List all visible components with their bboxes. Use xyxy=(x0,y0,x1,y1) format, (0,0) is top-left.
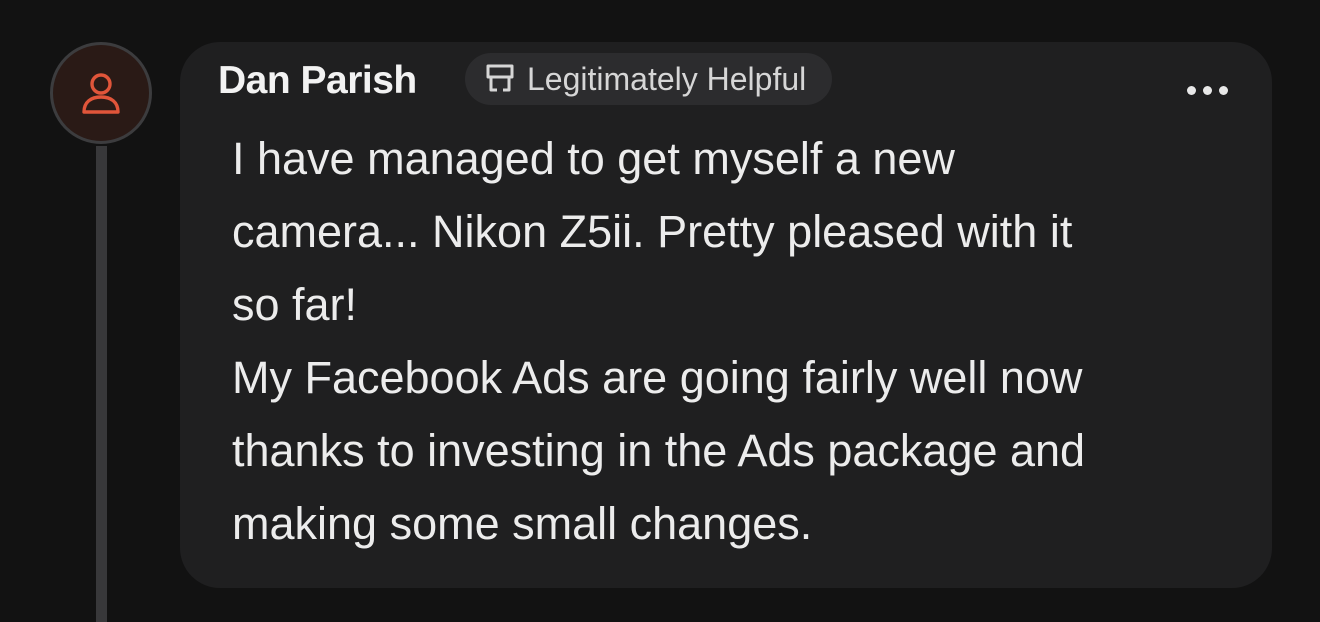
more-options-icon xyxy=(1186,85,1196,95)
user-icon xyxy=(82,73,120,114)
user-badge[interactable]: Legitimately Helpful xyxy=(465,53,833,105)
badge-icon xyxy=(486,64,514,92)
comment-line: thanks to investing in the Ads package a… xyxy=(232,425,1086,476)
comment-line: so far! xyxy=(232,279,358,330)
thread-connector-line xyxy=(96,146,107,622)
comment-line: camera... Nikon Z5ii. Pretty pleased wit… xyxy=(232,206,1073,257)
comment-line: I have managed to get myself a new xyxy=(232,133,955,184)
comment-thread: Dan Parish Legitimately Helpful I have m… xyxy=(0,0,1320,622)
comment-text: I have managed to get myself a new camer… xyxy=(232,122,1232,560)
avatar[interactable] xyxy=(50,42,152,144)
more-options-dot xyxy=(1218,85,1228,95)
more-options-button[interactable] xyxy=(1176,70,1238,110)
comment-line: My Facebook Ads are going fairly well no… xyxy=(232,352,1083,403)
badge-label: Legitimately Helpful xyxy=(527,61,807,97)
comment-line: making some small changes. xyxy=(232,498,813,549)
author-name[interactable]: Dan Parish xyxy=(218,58,417,104)
more-options-dot xyxy=(1202,85,1212,95)
